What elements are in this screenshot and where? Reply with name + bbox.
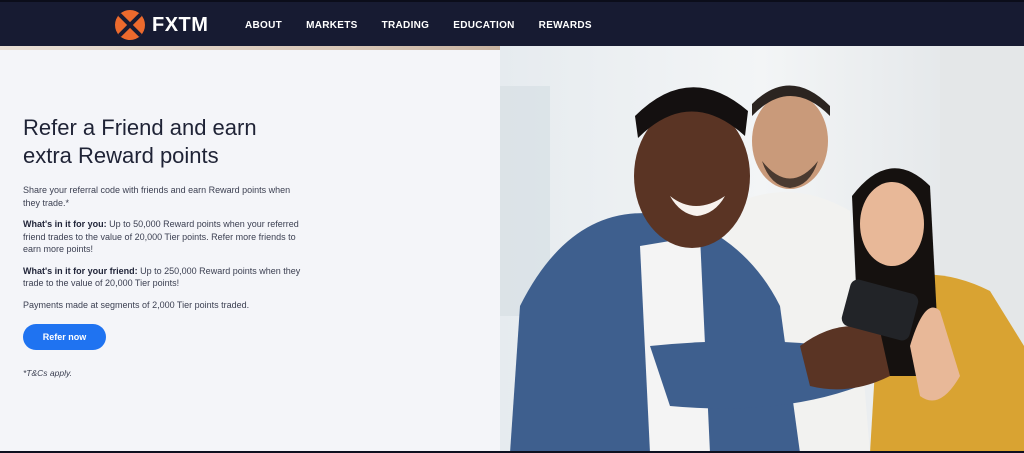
- benefit-friend-label: What's in it for your friend:: [23, 265, 138, 276]
- terms-note: *T&Cs apply.: [23, 368, 72, 378]
- hero-copy: Refer a Friend and earn extra Reward poi…: [23, 114, 308, 320]
- nav-item-education[interactable]: EDUCATION: [453, 20, 514, 31]
- brand-name: FXTM: [152, 13, 209, 36]
- benefit-you: What's in it for you: Up to 50,000 Rewar…: [23, 218, 308, 256]
- brand-logo[interactable]: FXTM: [115, 10, 208, 40]
- main-nav: ABOUT MARKETS TRADING EDUCATION REWARDS: [245, 2, 616, 48]
- intro-text: Share your referral code with friends an…: [23, 185, 291, 208]
- nav-item-markets[interactable]: MARKETS: [306, 20, 358, 31]
- payments-text: Payments made at segments of 2,000 Tier …: [23, 299, 250, 310]
- page: FXTM ABOUT MARKETS TRADING EDUCATION REW…: [0, 0, 1024, 453]
- refer-now-button[interactable]: Refer now: [23, 324, 106, 350]
- header-divider: [0, 46, 500, 50]
- hero-photo: [500, 46, 1024, 453]
- hero-photo-illustration: [500, 46, 1024, 453]
- nav-item-trading[interactable]: TRADING: [382, 20, 430, 31]
- benefit-you-label: What's in it for you:: [23, 219, 107, 229]
- nav-item-rewards[interactable]: REWARDS: [539, 20, 592, 31]
- benefit-friend: What's in it for your friend: Up to 250,…: [23, 265, 308, 290]
- nav-item-about[interactable]: ABOUT: [245, 20, 282, 31]
- fxtm-logo-icon: [115, 10, 145, 40]
- page-title: Refer a Friend and earn extra Reward poi…: [23, 115, 257, 168]
- top-navbar: FXTM ABOUT MARKETS TRADING EDUCATION REW…: [0, 0, 1024, 48]
